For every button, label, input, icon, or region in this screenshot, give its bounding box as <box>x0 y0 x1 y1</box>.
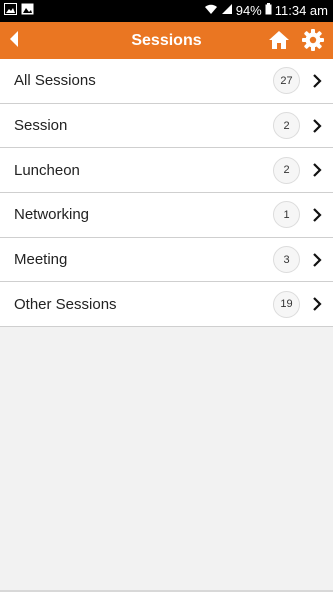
list-item-label: Meeting <box>14 251 68 269</box>
list-item-label: Networking <box>14 206 90 224</box>
count-badge: 27 <box>273 67 300 95</box>
gear-icon <box>302 29 324 55</box>
gallery-icon <box>4 2 17 20</box>
back-icon <box>8 30 20 53</box>
battery-percent: 94% <box>235 3 262 18</box>
signal-icon <box>221 0 233 22</box>
count-badge: 1 <box>273 201 300 229</box>
status-bar: 94% 11:34 am <box>0 0 333 22</box>
list-item-label: All Sessions <box>14 72 96 90</box>
battery-icon <box>265 0 272 22</box>
list-item[interactable]: All Sessions 27 <box>0 59 333 104</box>
chevron-right-icon <box>312 208 322 222</box>
list-item[interactable]: Meeting 3 <box>0 238 333 283</box>
app-bar: Sessions <box>0 22 333 59</box>
clock: 11:34 am <box>274 3 328 18</box>
count-badge: 2 <box>273 112 300 140</box>
status-right: 94% 11:34 am <box>204 0 328 22</box>
status-left <box>4 2 34 20</box>
chevron-right-icon <box>312 163 322 177</box>
chevron-right-icon <box>312 118 322 133</box>
list-item[interactable]: Luncheon 2 <box>0 148 333 194</box>
count-badge: 19 <box>273 290 300 318</box>
home-button[interactable] <box>268 30 290 50</box>
photo-icon <box>21 2 34 20</box>
list-item-label: Other Sessions <box>14 295 117 313</box>
back-button[interactable] <box>8 30 28 52</box>
list-item[interactable]: Session 2 <box>0 104 333 149</box>
home-icon <box>268 31 290 54</box>
list-item[interactable]: Other Sessions 19 <box>0 282 333 328</box>
chevron-right-icon <box>312 74 322 88</box>
count-badge: 3 <box>273 246 300 274</box>
chevron-right-icon <box>312 252 322 267</box>
session-list: All Sessions 27 Session 2 Luncheon 2 Net… <box>0 59 333 328</box>
list-item-label: Session <box>14 117 68 135</box>
settings-button[interactable] <box>302 29 324 51</box>
count-badge: 2 <box>273 156 300 184</box>
chevron-right-icon <box>312 297 322 312</box>
list-item[interactable]: Networking 1 <box>0 193 333 238</box>
list-item-label: Luncheon <box>14 161 80 179</box>
wifi-icon <box>204 0 218 22</box>
